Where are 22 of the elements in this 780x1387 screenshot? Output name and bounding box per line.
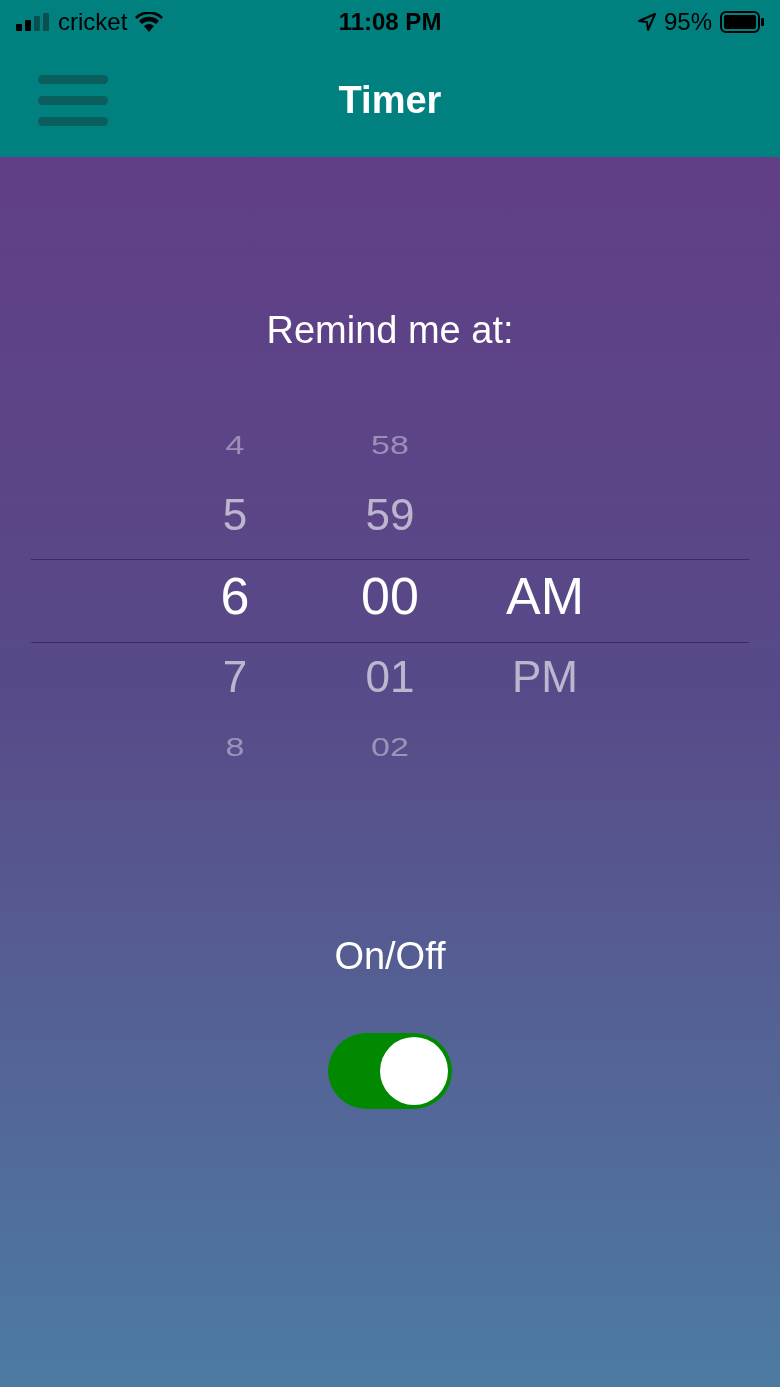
picker-option[interactable]: 00 xyxy=(361,570,419,622)
picker-option[interactable]: 59 xyxy=(365,493,415,537)
wifi-icon xyxy=(135,12,164,32)
picker-option[interactable]: 02 xyxy=(371,734,409,760)
picker-option[interactable]: 01 xyxy=(365,655,415,699)
picker-option[interactable]: 7 xyxy=(222,655,248,699)
picker-option[interactable]: 6 xyxy=(220,570,250,622)
picker-option[interactable]: 5 xyxy=(222,493,248,537)
screen-title: Timer xyxy=(338,78,442,123)
signal-icon xyxy=(16,13,50,31)
picker-option[interactable]: PM xyxy=(512,655,578,699)
carrier-name: cricket xyxy=(58,7,128,37)
picker-option[interactable]: 58 xyxy=(371,432,409,458)
battery-percentage: 95% xyxy=(663,7,712,37)
picker-option[interactable]: 8 xyxy=(225,734,245,760)
clock-time: 11:08 PM xyxy=(338,7,442,37)
battery-icon xyxy=(720,11,764,33)
location-arrow-icon xyxy=(637,13,656,31)
picker-option[interactable]: AM xyxy=(506,570,584,622)
picker-option[interactable]: 4 xyxy=(225,432,245,458)
toggle-label: On/Off xyxy=(334,934,446,979)
prompt-label: Remind me at: xyxy=(266,308,514,353)
